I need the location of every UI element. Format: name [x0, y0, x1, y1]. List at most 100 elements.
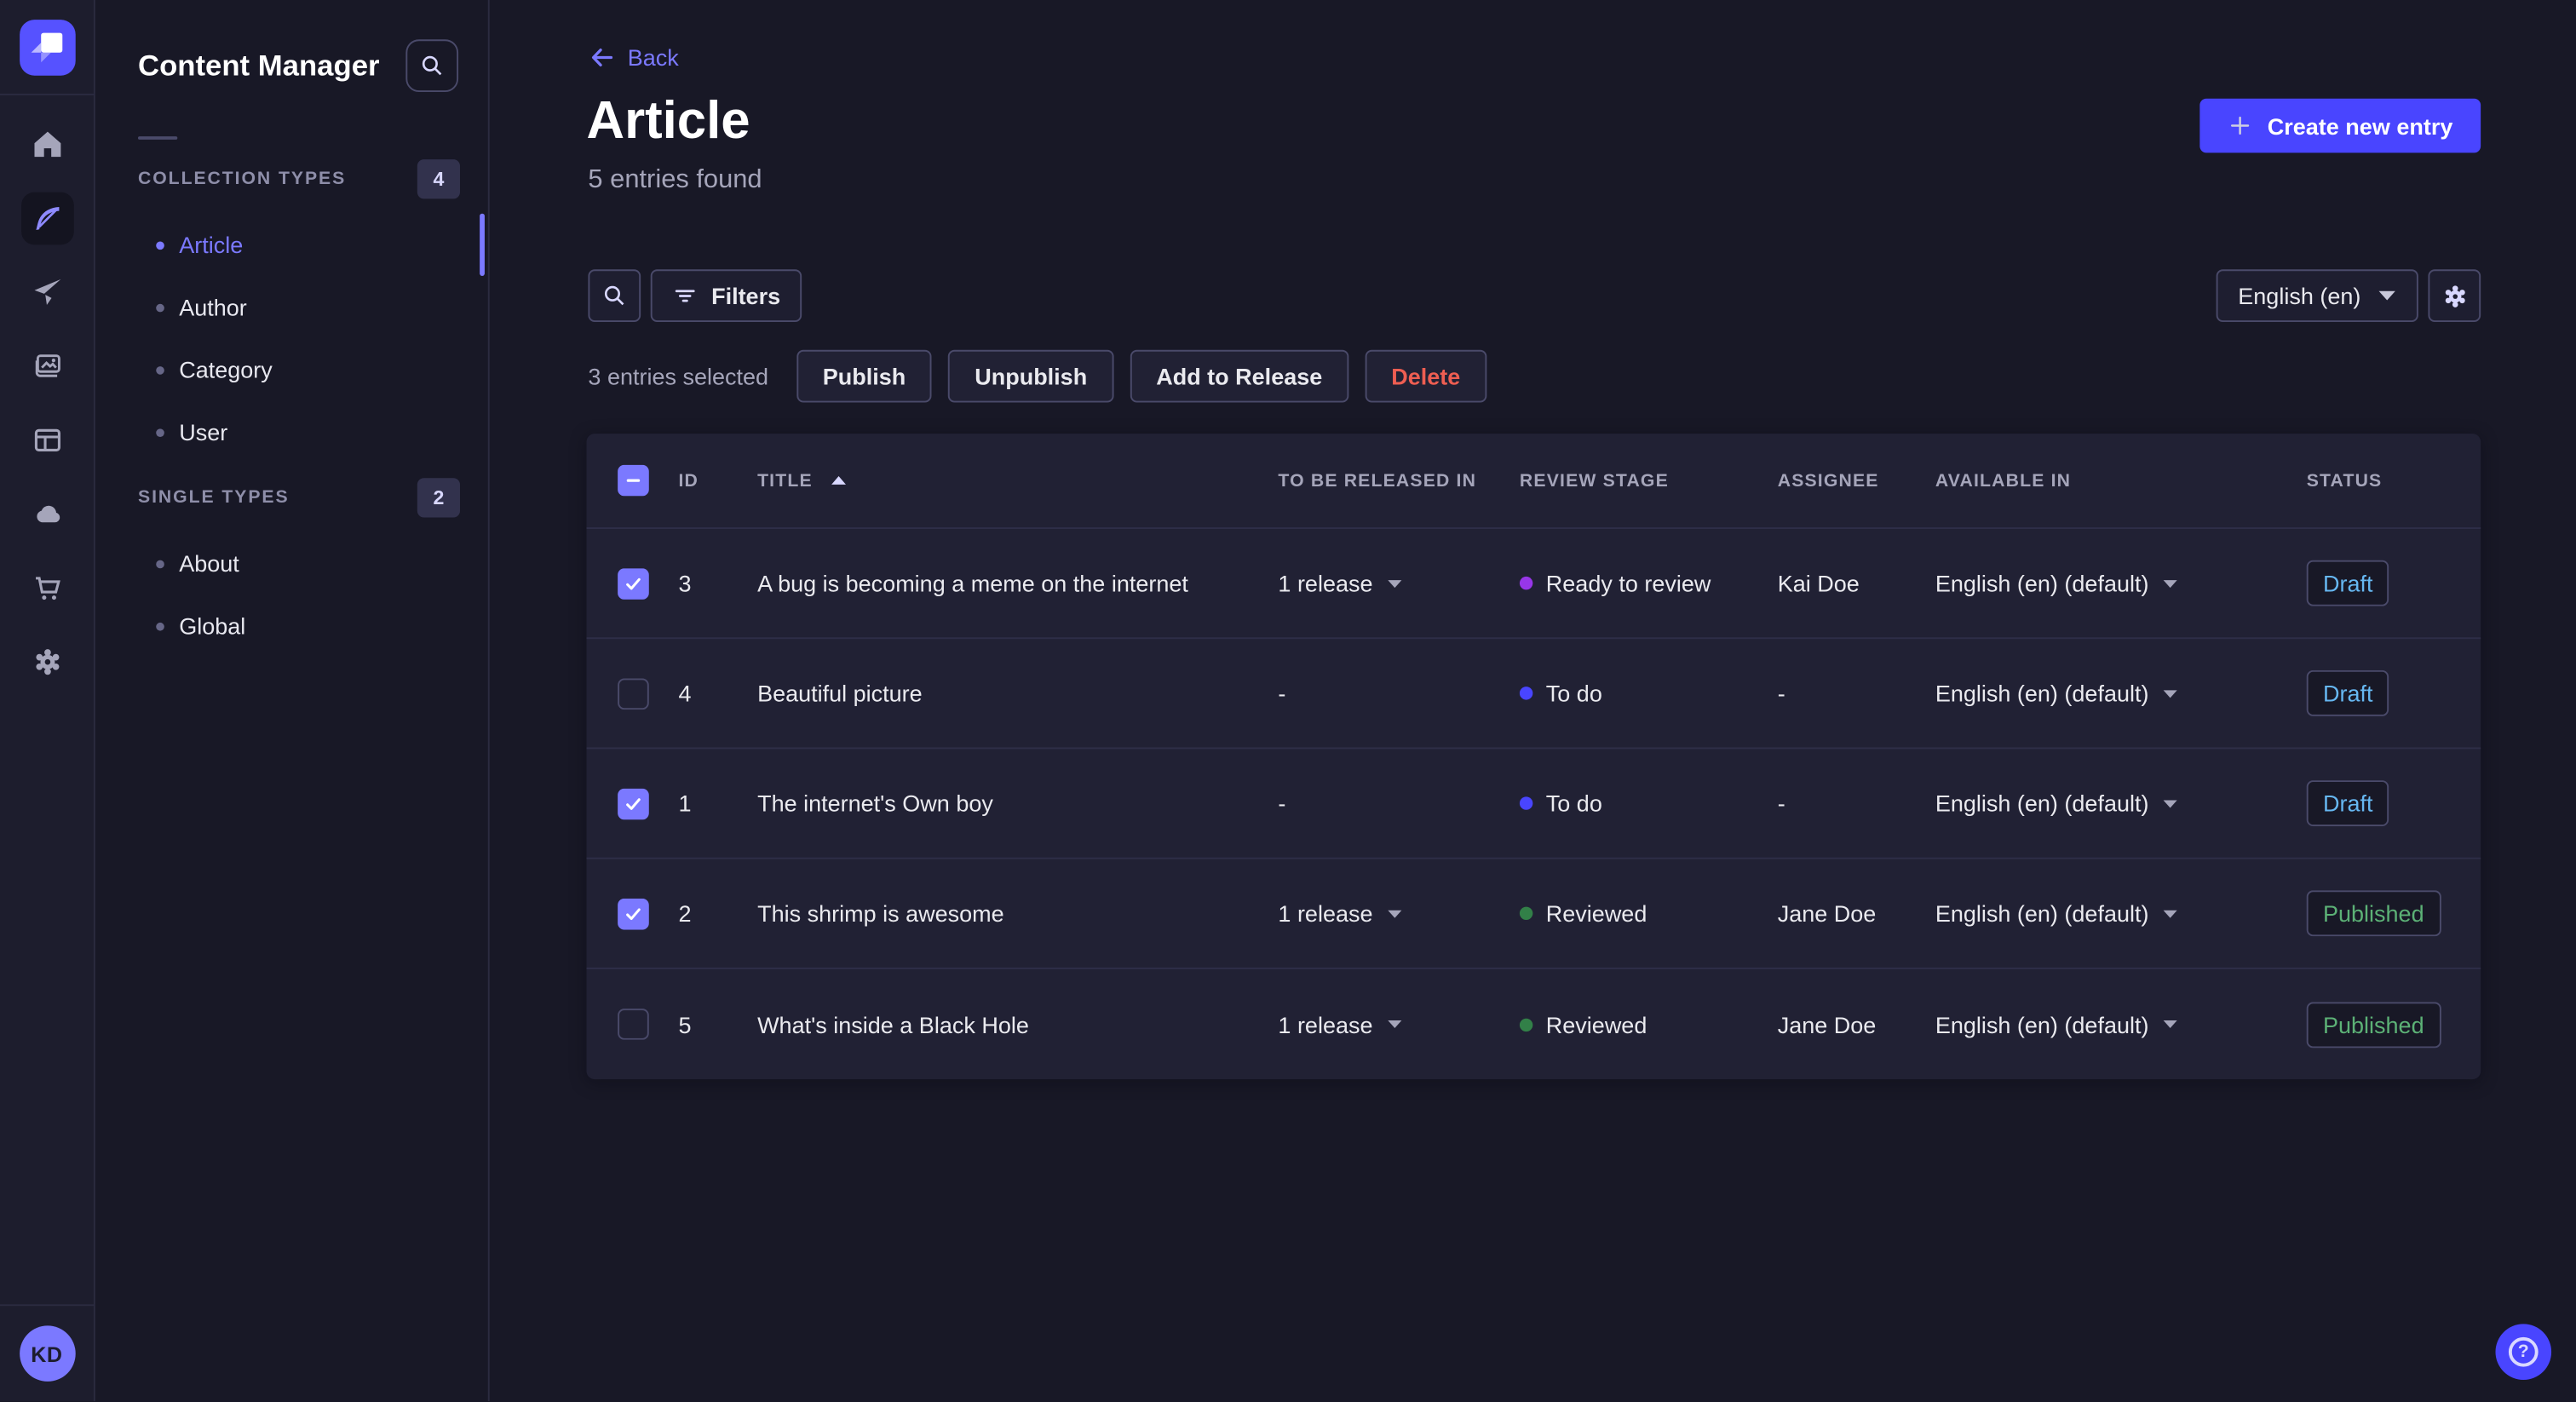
locale-value: English (en)	[2238, 282, 2361, 309]
cell-available-in[interactable]: English (en) (default)	[1922, 680, 2293, 706]
bullet-icon	[156, 365, 164, 374]
deploy-icon[interactable]	[20, 488, 73, 541]
column-header-status[interactable]: STATUS	[2293, 471, 2481, 491]
table-row[interactable]: 2 This shrimp is awesome 1 release Revie…	[586, 859, 2481, 969]
cell-release[interactable]: 1 release	[1265, 570, 1506, 596]
media-library-icon[interactable]	[20, 340, 73, 393]
row-checkbox[interactable]	[618, 567, 649, 599]
column-header-label: TO BE RELEASED IN	[1278, 470, 1477, 491]
section-label: COLLECTION TYPES	[137, 169, 347, 189]
section-items: Article Author Category User	[95, 214, 488, 463]
cell-status: Published	[2293, 1001, 2481, 1048]
sort-ascending-icon	[831, 476, 846, 485]
column-header-assignee[interactable]: ASSIGNEE	[1764, 471, 1922, 491]
column-header-label: ASSIGNEE	[1777, 470, 1879, 491]
sidebar-title: Content Manager	[137, 49, 380, 83]
content-manager-icon[interactable]	[20, 192, 73, 245]
filters-button[interactable]: Filters	[650, 269, 802, 322]
sidebar-item-article[interactable]: Article	[95, 214, 488, 276]
create-new-entry-button[interactable]: Create new entry	[2199, 98, 2481, 153]
create-new-entry-label: Create new entry	[2267, 112, 2453, 139]
table-row[interactable]: 5 What's inside a Black Hole 1 release R…	[586, 969, 2481, 1079]
table-row[interactable]: 4 Beautiful picture - To do - English (e…	[586, 639, 2481, 750]
section-label: SINGLE TYPES	[137, 487, 290, 508]
sidebar-search-button[interactable]	[405, 39, 459, 92]
back-link[interactable]: Back	[588, 44, 679, 71]
table-row[interactable]: 3 A bug is becoming a meme on the intern…	[586, 529, 2481, 640]
cell-title: The internet's Own boy	[757, 790, 993, 817]
locale-select[interactable]: English (en)	[2217, 269, 2418, 322]
cell-id: 1	[678, 790, 692, 817]
check-icon	[626, 577, 641, 589]
question-mark-icon: ?	[2508, 1336, 2539, 1367]
sidebar-section-header: SINGLE TYPES 2	[95, 478, 488, 518]
sidebar-item-author[interactable]: Author	[95, 276, 488, 338]
cell-title: This shrimp is awesome	[757, 899, 1004, 927]
settings-icon[interactable]	[20, 635, 73, 688]
section-count-badge: 2	[417, 478, 460, 518]
sidebar-item-user[interactable]: User	[95, 401, 488, 463]
stage-dot-icon	[1519, 687, 1533, 700]
cell-available-in[interactable]: English (en) (default)	[1922, 790, 2293, 816]
chevron-down-icon	[2163, 1020, 2177, 1028]
row-checkbox-cell	[586, 787, 665, 819]
search-entries-button[interactable]	[588, 269, 641, 322]
row-checkbox-cell	[586, 897, 665, 929]
sidebar-item-category[interactable]: Category	[95, 338, 488, 400]
bullet-icon	[156, 428, 164, 437]
column-header-available-in[interactable]: AVAILABLE IN	[1922, 471, 2293, 491]
table-row[interactable]: 1 The internet's Own boy - To do - Engli…	[586, 749, 2481, 859]
column-header-review-stage[interactable]: REVIEW STAGE	[1506, 471, 1764, 491]
release-value: -	[1278, 790, 1286, 817]
cell-release[interactable]: 1 release	[1265, 1011, 1506, 1037]
sidebar-item-about[interactable]: About	[95, 532, 488, 595]
cell-available-in[interactable]: English (en) (default)	[1922, 570, 2293, 596]
selection-count-label: 3 entries selected	[588, 363, 769, 390]
column-header-to-be-released-in[interactable]: TO BE RELEASED IN	[1265, 471, 1506, 491]
subnav-sections: COLLECTION TYPES 4 Article Author Catego…	[95, 159, 488, 657]
help-button[interactable]: ?	[2495, 1324, 2552, 1380]
main-content: Back Article 5 entries found Create new …	[490, 0, 2576, 1401]
back-arrow-icon	[591, 48, 613, 67]
status-badge: Published	[2306, 890, 2441, 937]
status-badge: Draft	[2306, 560, 2389, 606]
row-checkbox[interactable]	[618, 787, 649, 819]
marketplace-icon[interactable]	[20, 562, 73, 615]
sidebar-divider	[137, 136, 178, 140]
releases-icon[interactable]	[20, 266, 73, 319]
cell-review-stage: Reviewed	[1506, 1011, 1764, 1037]
user-avatar[interactable]: KD	[19, 1325, 75, 1382]
select-all-checkbox[interactable]	[618, 464, 649, 497]
cell-id: 4	[678, 680, 692, 707]
content-manager-sidebar: Content Manager COLLECTION TYPES 4 Artic…	[95, 0, 490, 1402]
content-type-builder-icon[interactable]	[20, 414, 73, 467]
sidebar-item-global[interactable]: Global	[95, 595, 488, 657]
view-settings-button[interactable]	[2428, 269, 2481, 322]
column-header-title[interactable]: TITLE	[745, 471, 1265, 491]
cell-available-in[interactable]: English (en) (default)	[1922, 1011, 2293, 1037]
subnav-scrollbar-thumb[interactable]	[480, 213, 485, 276]
chevron-down-icon	[2163, 799, 2177, 807]
strapi-logo-icon	[30, 32, 62, 62]
check-icon	[626, 797, 641, 809]
cell-available-in[interactable]: English (en) (default)	[1922, 900, 2293, 927]
cell-release[interactable]: 1 release	[1265, 900, 1506, 927]
column-header-id[interactable]: ID	[665, 471, 745, 491]
cell-id: 5	[678, 1011, 692, 1037]
filters-label: Filters	[711, 282, 781, 309]
unpublish-button[interactable]: Unpublish	[948, 349, 1114, 403]
delete-button[interactable]: Delete	[1365, 349, 1487, 403]
row-checkbox[interactable]	[618, 677, 649, 710]
row-checkbox[interactable]	[618, 1008, 649, 1040]
entries-count: 5 entries found	[588, 165, 762, 194]
row-checkbox[interactable]	[618, 897, 649, 929]
publish-button[interactable]: Publish	[796, 349, 933, 403]
home-icon[interactable]	[20, 118, 73, 171]
add-to-release-button[interactable]: Add to Release	[1130, 349, 1349, 403]
sidebar-item-label: Author	[179, 294, 247, 321]
release-value: -	[1278, 680, 1286, 707]
cell-review-stage: Ready to review	[1506, 570, 1764, 596]
chevron-down-icon	[1387, 909, 1401, 917]
stage-dot-icon	[1519, 1017, 1533, 1031]
strapi-logo[interactable]	[19, 19, 75, 75]
